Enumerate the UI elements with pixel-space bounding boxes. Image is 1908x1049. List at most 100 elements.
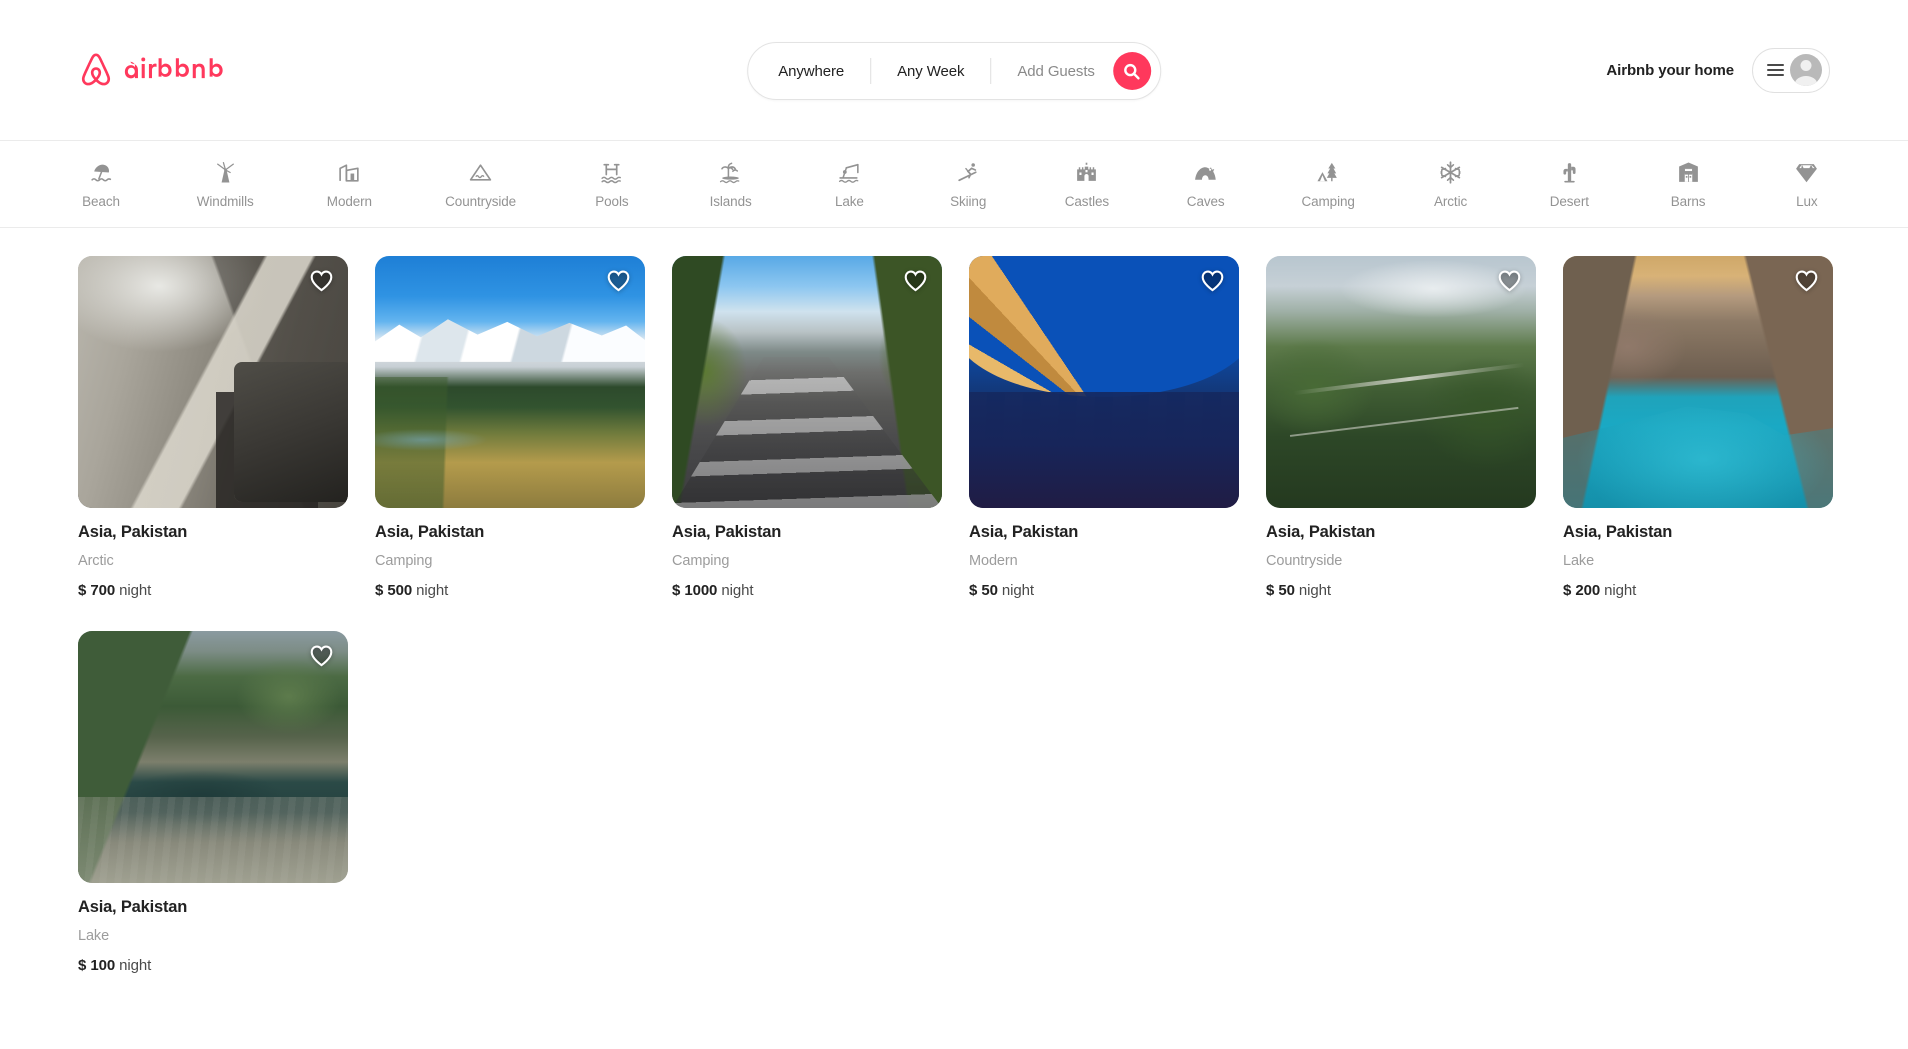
search-bar[interactable]: Anywhere Any Week Add Guests bbox=[747, 42, 1161, 100]
listing-image[interactable] bbox=[1563, 256, 1833, 508]
listing-image[interactable] bbox=[672, 256, 942, 508]
listing-card[interactable]: Asia, Pakistan Countryside $ 50 night bbox=[1266, 256, 1536, 599]
listing-card[interactable]: Asia, Pakistan Camping $ 1000 night bbox=[672, 256, 942, 599]
category-label: Islands bbox=[709, 193, 752, 209]
user-menu-button[interactable] bbox=[1752, 47, 1830, 93]
price-period: night bbox=[1604, 582, 1637, 599]
price-currency: $ bbox=[672, 582, 681, 599]
heart-icon[interactable] bbox=[1794, 269, 1819, 292]
category-skiing[interactable]: Skiing bbox=[945, 160, 991, 209]
listing-title: Asia, Pakistan bbox=[1266, 523, 1376, 541]
heart-icon[interactable] bbox=[309, 644, 334, 667]
listing-card[interactable]: Asia, Pakistan Lake $ 100 night bbox=[78, 631, 348, 974]
listing-card[interactable]: Asia, Pakistan Arctic $ 700 night bbox=[78, 256, 348, 599]
listing-title: Asia, Pakistan bbox=[78, 523, 188, 541]
category-castles[interactable]: Castles bbox=[1064, 160, 1110, 209]
price-amount: 700 bbox=[90, 582, 116, 599]
price-currency: $ bbox=[78, 582, 87, 599]
listing-price: $ 50 night bbox=[1266, 582, 1536, 599]
header-right-group: Airbnb your home bbox=[1606, 47, 1830, 93]
airbnb-your-home-link[interactable]: Airbnb your home bbox=[1606, 62, 1734, 79]
listing-title: Asia, Pakistan bbox=[375, 523, 485, 541]
price-period: night bbox=[721, 582, 754, 599]
listing-category: Countryside bbox=[1266, 553, 1343, 569]
listing-photo-saiful-muluk-lake bbox=[78, 631, 348, 883]
category-label: Lux bbox=[1796, 193, 1818, 209]
cactus-icon bbox=[1557, 160, 1582, 186]
category-list: Beach Windmills Modern Countryside Pools… bbox=[78, 160, 1830, 209]
airbnb-logo[interactable] bbox=[78, 51, 226, 89]
airbnb-belo-icon bbox=[78, 51, 114, 89]
listings-content: Asia, Pakistan Arctic $ 700 night Asia, … bbox=[0, 228, 1908, 974]
heart-icon[interactable] bbox=[606, 269, 631, 292]
modern-building-icon bbox=[337, 160, 362, 186]
search-bar-container: Anywhere Any Week Add Guests bbox=[747, 42, 1161, 100]
listing-category: Arctic bbox=[78, 553, 114, 569]
price-currency: $ bbox=[1266, 582, 1275, 599]
price-period: night bbox=[416, 582, 449, 599]
category-label: Lake bbox=[834, 193, 864, 209]
category-label: Windmills bbox=[196, 193, 254, 209]
category-modern[interactable]: Modern bbox=[326, 160, 372, 209]
hamburger-icon bbox=[1767, 64, 1784, 76]
pool-icon bbox=[599, 160, 624, 186]
cave-icon bbox=[1193, 160, 1218, 186]
listing-image[interactable] bbox=[78, 631, 348, 883]
listing-title: Asia, Pakistan bbox=[969, 523, 1079, 541]
category-pools[interactable]: Pools bbox=[589, 160, 635, 209]
category-camping[interactable]: Camping bbox=[1301, 160, 1355, 209]
castle-icon bbox=[1074, 160, 1099, 186]
listings-grid: Asia, Pakistan Arctic $ 700 night Asia, … bbox=[78, 256, 1833, 974]
listing-image[interactable] bbox=[78, 256, 348, 508]
category-label: Desert bbox=[1549, 193, 1589, 209]
category-lux[interactable]: Lux bbox=[1784, 160, 1830, 209]
listing-category: Camping bbox=[672, 553, 730, 569]
listing-image[interactable] bbox=[1266, 256, 1536, 508]
price-currency: $ bbox=[375, 582, 384, 599]
listing-image[interactable] bbox=[375, 256, 645, 508]
listing-title: Asia, Pakistan bbox=[1563, 523, 1673, 541]
listing-card[interactable]: Asia, Pakistan Lake $ 200 night bbox=[1563, 256, 1833, 599]
price-amount: 50 bbox=[1278, 582, 1295, 599]
category-label: Caves bbox=[1186, 193, 1225, 209]
listing-price: $ 1000 night bbox=[672, 582, 942, 599]
barn-icon bbox=[1676, 160, 1701, 186]
heart-icon[interactable] bbox=[309, 269, 334, 292]
search-guests-field[interactable]: Add Guests bbox=[991, 63, 1112, 80]
category-islands[interactable]: Islands bbox=[708, 160, 754, 209]
category-windmills[interactable]: Windmills bbox=[197, 160, 254, 209]
listing-card[interactable]: Asia, Pakistan Modern $ 50 night bbox=[969, 256, 1239, 599]
price-currency: $ bbox=[1563, 582, 1572, 599]
category-countryside[interactable]: Countryside bbox=[445, 160, 516, 209]
category-arctic[interactable]: Arctic bbox=[1428, 160, 1474, 209]
listing-price: $ 700 night bbox=[78, 582, 348, 599]
category-label: Beach bbox=[82, 193, 120, 209]
category-label: Modern bbox=[326, 193, 372, 209]
tent-tree-icon bbox=[1316, 160, 1341, 186]
search-icon bbox=[1123, 63, 1140, 80]
search-submit-button[interactable] bbox=[1112, 52, 1151, 90]
category-caves[interactable]: Caves bbox=[1183, 160, 1229, 209]
heart-icon[interactable] bbox=[1200, 269, 1225, 292]
listing-photo-jeep-mountain-road bbox=[78, 256, 348, 508]
listing-image[interactable] bbox=[969, 256, 1239, 508]
search-location-field[interactable]: Anywhere bbox=[748, 63, 870, 80]
listing-price: $ 200 night bbox=[1563, 582, 1833, 599]
listing-photo-highway-autumn bbox=[672, 256, 942, 508]
category-desert[interactable]: Desert bbox=[1546, 160, 1592, 209]
heart-icon[interactable] bbox=[903, 269, 928, 292]
price-period: night bbox=[119, 957, 152, 974]
price-amount: 100 bbox=[90, 957, 116, 974]
price-period: night bbox=[119, 582, 152, 599]
listing-title: Asia, Pakistan bbox=[78, 898, 188, 916]
search-dates-field[interactable]: Any Week bbox=[871, 63, 990, 80]
heart-icon[interactable] bbox=[1497, 269, 1522, 292]
category-beach[interactable]: Beach bbox=[78, 160, 124, 209]
category-barns[interactable]: Barns bbox=[1665, 160, 1711, 209]
user-avatar-icon bbox=[1790, 54, 1822, 86]
listing-card[interactable]: Asia, Pakistan Camping $ 500 night bbox=[375, 256, 645, 599]
category-lake[interactable]: Lake bbox=[826, 160, 872, 209]
price-amount: 1000 bbox=[684, 582, 718, 599]
price-period: night bbox=[1001, 582, 1034, 599]
snowflake-icon bbox=[1438, 160, 1463, 186]
